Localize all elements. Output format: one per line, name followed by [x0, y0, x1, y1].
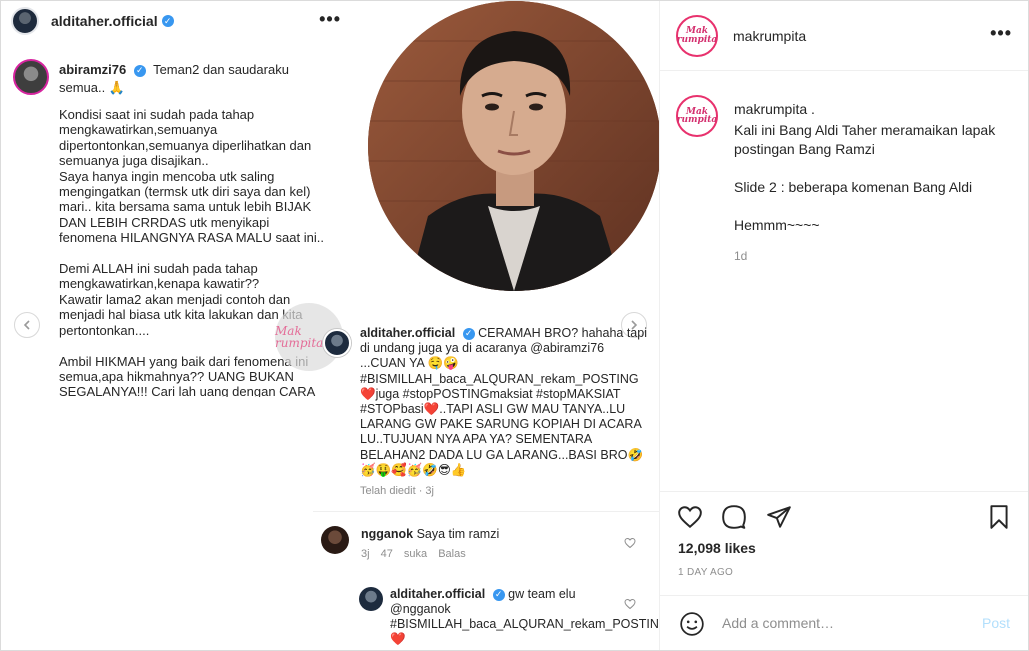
caption-text: Kali ini Bang Aldi Taher meramaikan lapa…	[734, 122, 996, 233]
comment-time: 3j	[361, 548, 370, 560]
commenter-avatar	[359, 587, 383, 611]
divider	[313, 511, 659, 512]
heart-icon	[624, 598, 636, 610]
heart-icon	[678, 506, 702, 529]
man-portrait-image	[368, 1, 659, 291]
save-button[interactable]	[985, 503, 1013, 531]
comment-line: ngganok Saya tim ramzi	[361, 527, 499, 541]
like-button[interactable]	[676, 503, 704, 531]
brand-logo-text: Mak rumpita	[676, 26, 718, 45]
comment-input[interactable]	[722, 615, 962, 631]
media-post-header: alditaher.official ✓ •••	[1, 1, 355, 41]
paper-plane-icon	[767, 506, 791, 528]
more-options-button[interactable]: •••	[990, 23, 1012, 44]
post-comment-button[interactable]: Post	[982, 615, 1010, 631]
chevron-left-icon	[23, 320, 30, 330]
smiley-face-icon	[680, 612, 704, 636]
caption-timestamp[interactable]: 1d	[734, 249, 747, 263]
reply-avatar	[323, 329, 351, 357]
comment-text: Saya tim ramzi	[416, 527, 500, 541]
comment-username: abiramzi76	[59, 62, 127, 77]
post-side-panel: Mak rumpita makrumpita ••• Mak rumpita m…	[660, 1, 1028, 650]
more-options-icon: •••	[319, 9, 341, 29]
bookmark-icon	[990, 505, 1008, 529]
reply-text: CERAMAH BRO? hahaha tapi di undang juga …	[360, 326, 647, 477]
verified-icon: ✓	[492, 588, 505, 601]
caption-avatar[interactable]: Mak rumpita	[676, 95, 718, 137]
media-user-avatar	[11, 7, 39, 35]
share-button[interactable]	[765, 503, 793, 531]
commenter-avatar	[321, 526, 349, 554]
emoji-button[interactable]	[678, 610, 706, 638]
likes-count[interactable]: 12,098 likes	[678, 540, 756, 556]
caption-username[interactable]: makrumpita .	[734, 101, 815, 117]
previous-slide-button[interactable]	[14, 312, 40, 338]
screenshot-comment-ngganok: ngganok Saya tim ramzi 3j 47 suka Balas	[321, 526, 651, 566]
reply-content: alditaher.official ✓ CERAMAH BRO? hahaha…	[360, 326, 648, 478]
comment-reply: Balas	[438, 548, 466, 560]
post-header: Mak rumpita makrumpita •••	[660, 1, 1028, 71]
verified-icon: ✓	[133, 64, 146, 77]
commenter-username: ngganok	[361, 527, 414, 541]
screenshot-reply-alditaher: alditaher.official ✓ gw team elu @nggano…	[359, 587, 659, 650]
comment-bubble-icon	[722, 505, 746, 529]
instagram-post-modal: alditaher.official ✓ ••• abiramzi76 ✓ Te…	[0, 0, 1029, 651]
reply-meta: Telah diedit · 3j	[360, 485, 434, 497]
add-comment-row: Post	[660, 595, 1028, 650]
account-username[interactable]: makrumpita	[733, 28, 806, 44]
post-age[interactable]: 1 DAY AGO	[678, 567, 733, 578]
comment-likes: 47 suka	[380, 548, 428, 560]
heart-icon	[624, 537, 636, 549]
comment-line: alditaher.official ✓ gw team elu @nggano…	[390, 587, 659, 647]
reply-username: alditaher.official	[360, 326, 456, 340]
media-post-username: alditaher.official	[51, 13, 158, 29]
screenshot-reply-comment: alditaher.official ✓ CERAMAH BRO? hahaha…	[323, 323, 653, 503]
comment-header: abiramzi76 ✓ Teman2 dan saudaraku semua.…	[59, 61, 299, 97]
post-media[interactable]: alditaher.official ✓ ••• abiramzi76 ✓ Te…	[1, 1, 660, 650]
account-avatar[interactable]: Mak rumpita	[676, 14, 718, 57]
verified-icon: ✓	[161, 15, 174, 27]
verified-icon: ✓	[462, 327, 475, 340]
commenter-username: alditaher.official	[390, 587, 486, 601]
actions-bar	[660, 491, 1028, 529]
comment-button[interactable]	[720, 503, 748, 531]
comment-meta: 3j 47 suka Balas	[361, 548, 466, 560]
brand-logo-text: Mak rumpita	[676, 106, 718, 125]
profile-photo-circle	[368, 1, 659, 291]
comment-avatar	[13, 59, 49, 95]
